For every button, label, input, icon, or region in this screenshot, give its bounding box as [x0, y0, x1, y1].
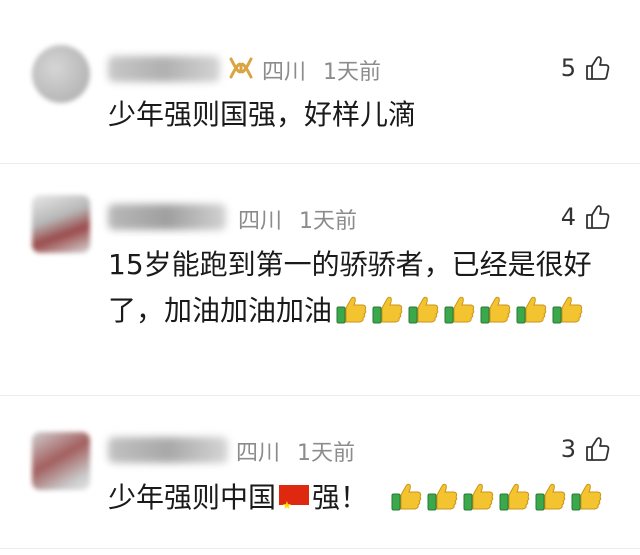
- comment-item: 四川 1天前 5 少年强则国强，好样儿滴: [0, 0, 640, 165]
- thumbs-up-emoji-icon: [571, 482, 603, 512]
- thumbs-up-emoji-icon: [336, 295, 368, 325]
- comment-item: 四川 1天前 4 15岁能跑到第一的骄骄者，已经是很好了，加油加油加油: [0, 165, 640, 395]
- thumbs-up-emoji-icon: [499, 482, 531, 512]
- china-flag-emoji-icon: [279, 483, 310, 529]
- thumbs-up-emoji-icon: [444, 295, 476, 325]
- like-count: 5: [560, 54, 576, 82]
- comment-meta: 四川 1天前: [262, 54, 381, 86]
- thumbs-up-outline-icon: [584, 204, 610, 230]
- username-blurred[interactable]: [108, 204, 226, 230]
- comment-meta: 四川 1天前: [238, 203, 357, 235]
- thumbs-up-outline-icon: [584, 436, 610, 462]
- comment-text: 15岁能跑到第一的骄骄者，已经是很好了，加油加油加油: [108, 242, 618, 334]
- avatar[interactable]: [32, 432, 90, 490]
- emoji-group: [387, 481, 603, 514]
- like-button[interactable]: 5: [561, 54, 610, 82]
- divider: [0, 163, 640, 164]
- username-blurred[interactable]: [108, 56, 220, 82]
- comment-time: 1天前: [323, 60, 382, 85]
- comment-time: 1天前: [297, 441, 356, 466]
- comment-location: 四川: [262, 60, 307, 85]
- comment-text: 少年强则国强，好样儿滴: [108, 92, 618, 138]
- thumbs-up-emoji-icon: [372, 295, 404, 325]
- like-button[interactable]: 3: [561, 435, 610, 463]
- username-blurred[interactable]: [108, 437, 228, 463]
- comment-text-part: 少年强则中国: [108, 481, 277, 514]
- like-count: 4: [560, 203, 576, 231]
- thumbs-up-emoji-icon: [427, 482, 459, 512]
- thumbs-up-emoji-icon: [408, 295, 440, 325]
- thumbs-up-emoji-icon: [391, 482, 423, 512]
- divider: [0, 395, 640, 396]
- comment-text: 少年强则中国 强！: [108, 475, 618, 529]
- comment-location: 四川: [236, 441, 281, 466]
- comment-location: 四川: [238, 209, 283, 234]
- thumbs-up-emoji-icon: [480, 295, 512, 325]
- thumbs-up-emoji-icon: [516, 295, 548, 325]
- like-count: 3: [560, 435, 576, 463]
- comment-item: 四川 1天前 3 少年强则中国 强！: [0, 397, 640, 547]
- ribbon-badge-icon: [229, 57, 253, 79]
- thumbs-up-outline-icon: [584, 55, 610, 81]
- divider: [0, 548, 640, 549]
- thumbs-up-emoji-icon: [552, 295, 584, 325]
- comment-text-part: 强！: [312, 481, 369, 514]
- thumbs-up-emoji-icon: [535, 482, 567, 512]
- avatar[interactable]: [32, 45, 90, 103]
- comment-meta: 四川 1天前: [236, 435, 355, 467]
- thumbs-up-emoji-icon: [463, 482, 495, 512]
- comment-text-content: 少年强则国强，好样儿滴: [108, 98, 417, 131]
- like-button[interactable]: 4: [561, 203, 610, 231]
- avatar[interactable]: [32, 195, 90, 253]
- comment-time: 1天前: [299, 209, 358, 234]
